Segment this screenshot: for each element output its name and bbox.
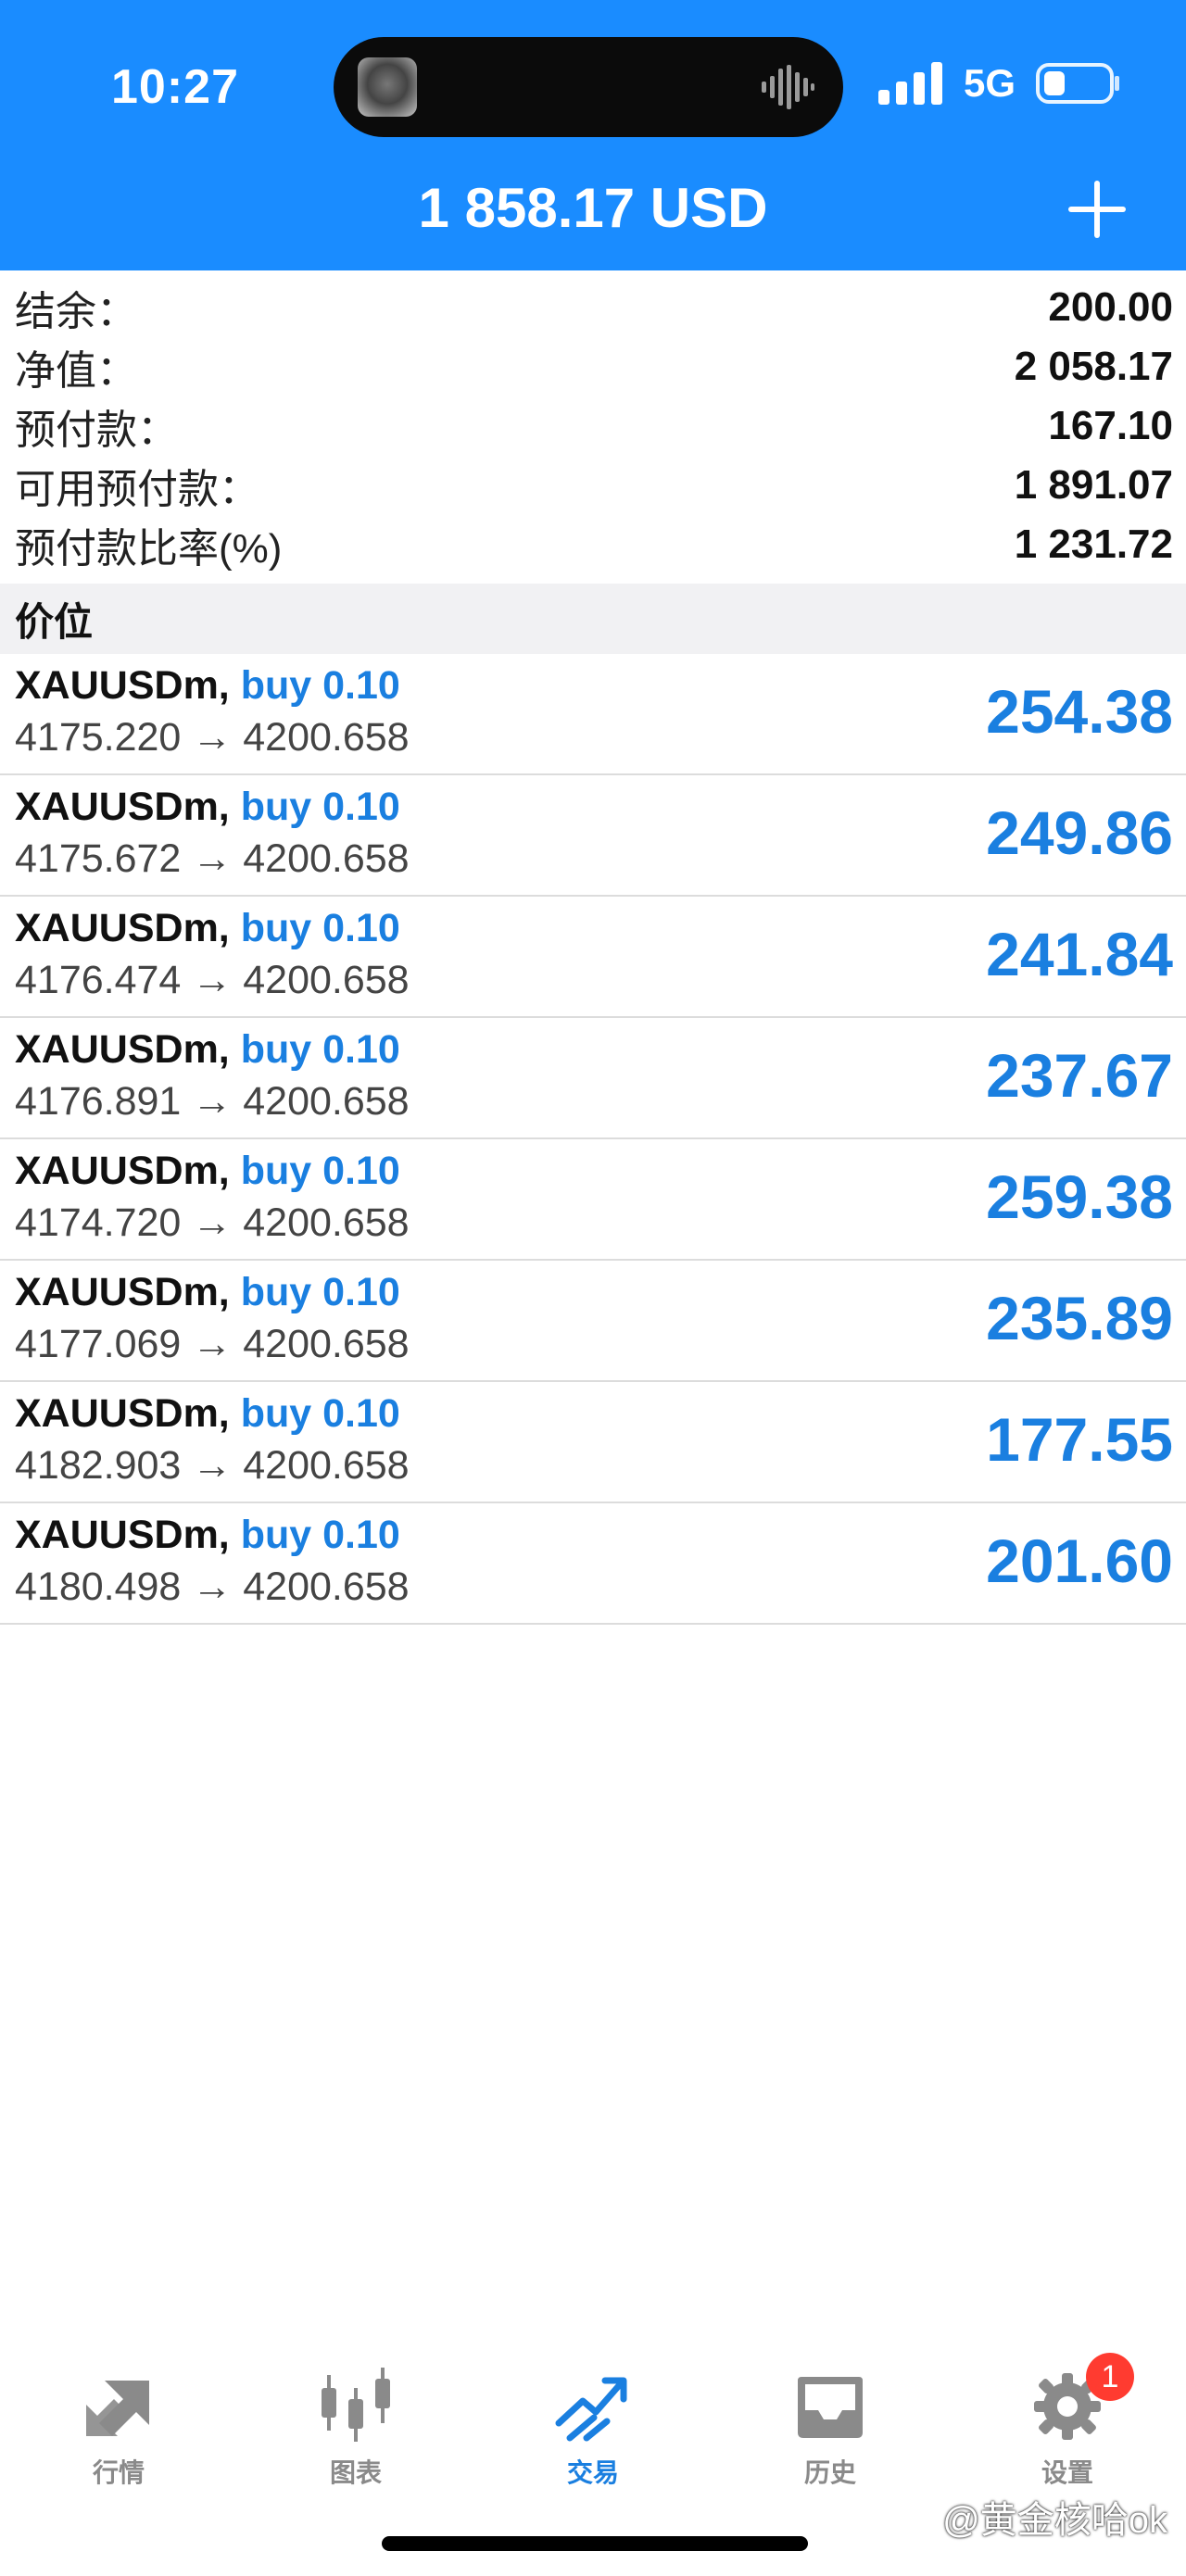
position-row[interactable]: XAUUSDm, buy 0.10 4175.220 → 4200.658 25… <box>0 654 1186 775</box>
position-side: buy 0.10 <box>240 1027 400 1072</box>
audio-waveform-icon <box>762 65 814 109</box>
position-symbol: XAUUSDm, <box>15 785 230 829</box>
position-side: buy 0.10 <box>240 1391 400 1436</box>
account-summary: 结余： 200.00 净值： 2 058.17 预付款： 167.10 可用预付… <box>0 278 1186 574</box>
position-prices: 4182.903 → 4200.658 <box>15 1443 410 1488</box>
tab-label: 历史 <box>803 2458 856 2487</box>
tab-label: 行情 <box>92 2458 145 2487</box>
summary-value: 1 891.07 <box>1014 462 1173 508</box>
tab-trade[interactable]: 交易 <box>510 2353 676 2501</box>
summary-label: 预付款： <box>15 408 178 453</box>
position-side: buy 0.10 <box>240 906 400 950</box>
position-symbol-line: XAUUSDm, buy 0.10 <box>15 1027 400 1073</box>
position-prices: 4175.672 → 4200.658 <box>15 836 410 881</box>
position-symbol-line: XAUUSDm, buy 0.10 <box>15 906 400 951</box>
trade-trend-icon <box>555 2377 627 2442</box>
position-side: buy 0.10 <box>240 663 400 708</box>
position-symbol-line: XAUUSDm, buy 0.10 <box>15 785 400 830</box>
now-playing-thumbnail <box>358 57 417 117</box>
positions-section-header: 价位 <box>0 584 1186 654</box>
summary-row-balance: 结余： 200.00 <box>0 278 1186 337</box>
position-symbol-line: XAUUSDm, buy 0.10 <box>15 1513 400 1558</box>
summary-row-margin: 预付款： 167.10 <box>0 396 1186 456</box>
position-profit: 254.38 <box>986 677 1173 746</box>
add-order-button[interactable] <box>1064 176 1130 243</box>
position-profit: 241.84 <box>986 920 1173 988</box>
position-profit: 201.60 <box>986 1527 1173 1595</box>
summary-label: 结余： <box>15 289 137 334</box>
position-side: buy 0.10 <box>240 1149 400 1193</box>
position-symbol-line: XAUUSDm, buy 0.10 <box>15 1391 400 1437</box>
position-row[interactable]: XAUUSDm, buy 0.10 4176.474 → 4200.658 24… <box>0 897 1186 1018</box>
position-symbol: XAUUSDm, <box>15 1027 230 1072</box>
home-indicator[interactable] <box>382 2536 808 2551</box>
status-indicators: 5G <box>877 57 1121 109</box>
tab-label: 交易 <box>566 2458 619 2487</box>
position-row[interactable]: XAUUSDm, buy 0.10 4175.672 → 4200.658 24… <box>0 775 1186 897</box>
position-symbol: XAUUSDm, <box>15 1513 230 1557</box>
position-profit: 235.89 <box>986 1284 1173 1352</box>
summary-label: 预付款比率(%) <box>15 526 283 572</box>
position-profit: 259.38 <box>986 1162 1173 1231</box>
summary-label: 可用预付款： <box>15 467 259 512</box>
position-symbol-line: XAUUSDm, buy 0.10 <box>15 1149 400 1194</box>
candlestick-chart-icon <box>322 2368 390 2442</box>
position-prices: 4174.720 → 4200.658 <box>15 1200 410 1245</box>
quotes-arrows-icon <box>86 2381 149 2436</box>
position-symbol-line: XAUUSDm, buy 0.10 <box>15 663 400 709</box>
position-side: buy 0.10 <box>240 1513 400 1557</box>
network-type: 5G <box>963 61 1016 105</box>
position-row[interactable]: XAUUSDm, buy 0.10 4180.498 → 4200.658 20… <box>0 1503 1186 1625</box>
bottom-tab-bar: 行情 图表 交易 历史 设置 1 <box>0 2353 1186 2501</box>
summary-row-free-margin: 可用预付款： 1 891.07 <box>0 456 1186 515</box>
position-side: buy 0.10 <box>240 1270 400 1314</box>
summary-label: 净值： <box>15 348 137 394</box>
summary-value: 1 231.72 <box>1014 521 1173 567</box>
position-prices: 4176.891 → 4200.658 <box>15 1079 410 1124</box>
position-prices: 4176.474 → 4200.658 <box>15 958 410 1002</box>
tab-history[interactable]: 历史 <box>747 2353 914 2501</box>
position-prices: 4175.220 → 4200.658 <box>15 715 410 760</box>
tab-label: 设置 <box>1041 2458 1093 2487</box>
app-header: 10:27 5G 1 858.17 USD <box>0 0 1186 270</box>
position-prices: 4180.498 → 4200.658 <box>15 1564 410 1609</box>
position-profit: 249.86 <box>986 798 1173 867</box>
position-profit: 177.55 <box>986 1405 1173 1474</box>
history-inbox-icon <box>798 2377 863 2438</box>
tab-charts[interactable]: 图表 <box>272 2353 439 2501</box>
positions-list: XAUUSDm, buy 0.10 4175.220 → 4200.658 25… <box>0 654 1186 1625</box>
position-symbol: XAUUSDm, <box>15 1149 230 1193</box>
tab-settings[interactable]: 设置 1 <box>984 2353 1151 2501</box>
position-side: buy 0.10 <box>240 785 400 829</box>
summary-row-equity: 净值： 2 058.17 <box>0 337 1186 396</box>
position-symbol-line: XAUUSDm, buy 0.10 <box>15 1270 400 1315</box>
position-row[interactable]: XAUUSDm, buy 0.10 4182.903 → 4200.658 17… <box>0 1382 1186 1503</box>
summary-value: 2 058.17 <box>1014 344 1173 389</box>
battery-icon <box>1036 63 1119 104</box>
tab-quotes[interactable]: 行情 <box>35 2353 202 2501</box>
summary-value: 167.10 <box>1048 403 1173 448</box>
account-balance-title: 1 858.17 USD <box>418 177 768 239</box>
position-row[interactable]: XAUUSDm, buy 0.10 4177.069 → 4200.658 23… <box>0 1261 1186 1382</box>
tab-label: 图表 <box>329 2458 382 2487</box>
position-row[interactable]: XAUUSDm, buy 0.10 4174.720 → 4200.658 25… <box>0 1139 1186 1261</box>
position-symbol: XAUUSDm, <box>15 663 230 708</box>
status-time: 10:27 <box>111 60 239 114</box>
position-row[interactable]: XAUUSDm, buy 0.10 4176.891 → 4200.658 23… <box>0 1018 1186 1139</box>
position-symbol: XAUUSDm, <box>15 1270 230 1314</box>
position-profit: 237.67 <box>986 1041 1173 1110</box>
position-prices: 4177.069 → 4200.658 <box>15 1322 410 1366</box>
watermark: @黄金核哈ok <box>942 2500 1167 2541</box>
position-symbol: XAUUSDm, <box>15 906 230 950</box>
cellular-signal-icon <box>877 62 942 105</box>
summary-row-margin-level: 预付款比率(%) 1 231.72 <box>0 515 1186 574</box>
dynamic-island <box>334 37 843 137</box>
summary-value: 200.00 <box>1048 284 1173 330</box>
position-symbol: XAUUSDm, <box>15 1391 230 1436</box>
notification-badge: 1 <box>1086 2353 1134 2401</box>
